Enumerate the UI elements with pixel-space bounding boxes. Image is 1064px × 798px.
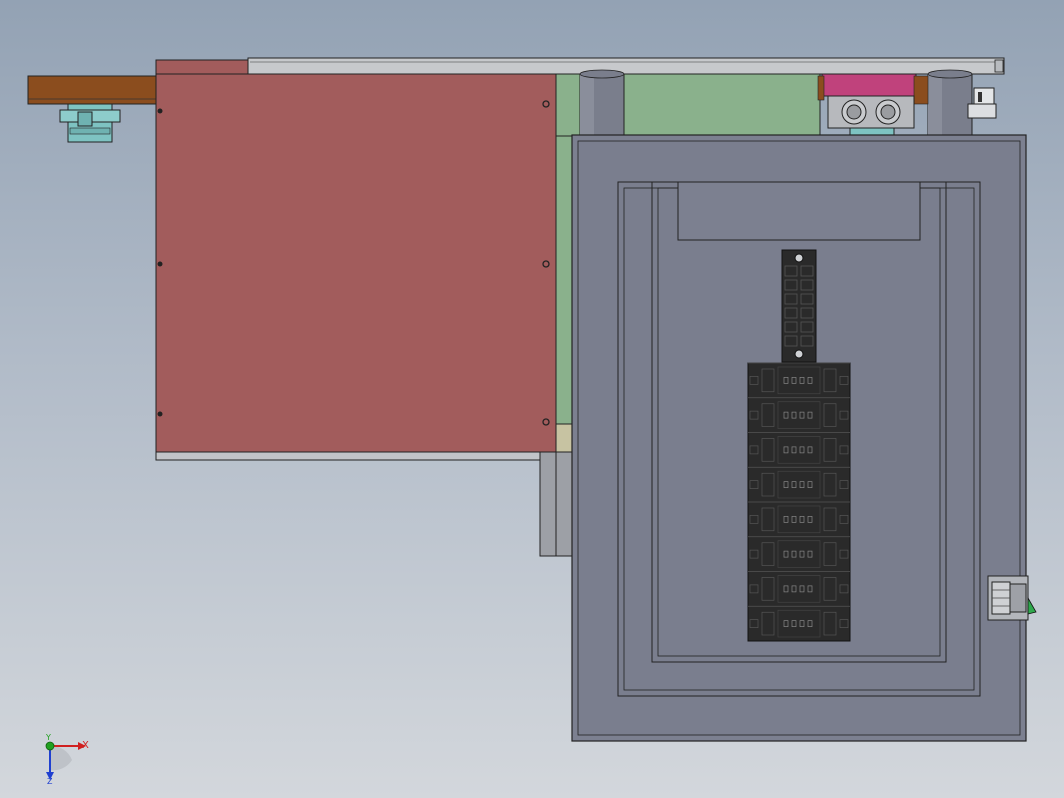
cad-viewport[interactable]: X Y Z	[0, 0, 1064, 798]
bracket-bar	[27, 75, 157, 105]
screw-hole	[157, 108, 163, 114]
standoff-right	[927, 69, 973, 137]
z-axis-label: Z	[47, 777, 53, 786]
y-axis-dot	[45, 741, 55, 751]
standoff-left	[579, 69, 625, 137]
lower-bracket	[555, 423, 575, 453]
cover-plate	[155, 73, 557, 461]
screw-hole	[157, 411, 163, 417]
top-rail	[247, 57, 1005, 75]
switch-lever	[1027, 596, 1037, 615]
label-slot	[677, 181, 921, 241]
x-axis-label: X	[82, 740, 89, 751]
green-panel-strip	[555, 135, 575, 453]
y-axis-label: Y	[45, 733, 51, 742]
terminal-block-array	[747, 362, 851, 642]
coordinate-triad[interactable]: X Y Z	[45, 733, 89, 786]
screw-hole	[157, 261, 163, 267]
side-switch	[987, 575, 1037, 621]
cover-top-strip	[155, 59, 249, 75]
terminal-block-upper	[781, 249, 817, 363]
left-bracket	[27, 75, 157, 143]
